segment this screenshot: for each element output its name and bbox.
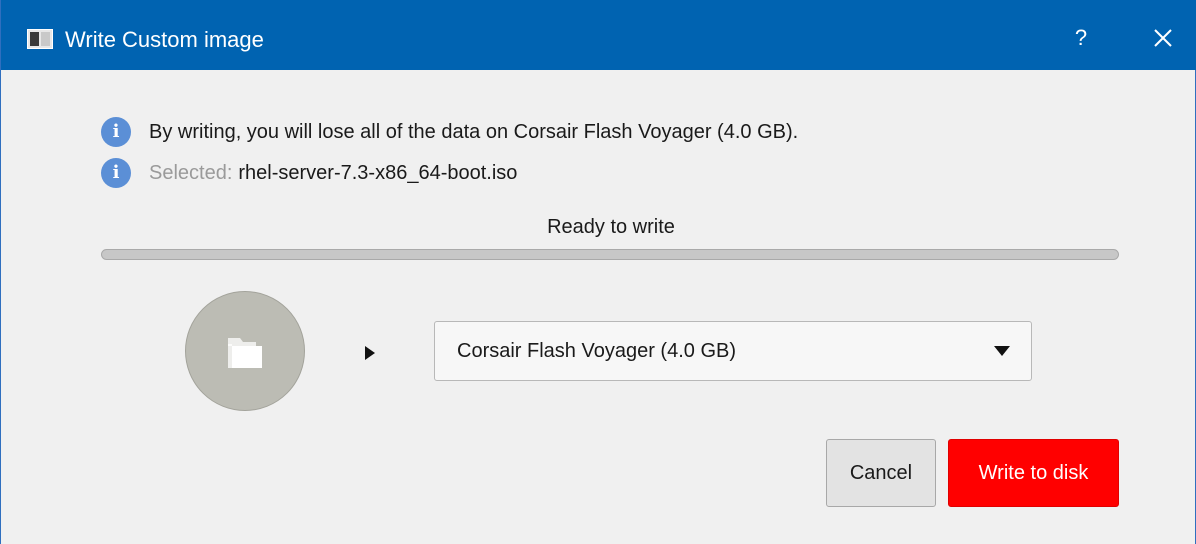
info-icon: i — [101, 117, 131, 147]
status-label: Ready to write — [547, 216, 675, 238]
write-custom-image-dialog: Write Custom image ? i By writing, you w… — [0, 0, 1196, 544]
title-bar: Write Custom image ? — [1, 0, 1196, 70]
selected-label: Selected: — [149, 161, 233, 184]
target-drive-dropdown[interactable]: Corsair Flash Voyager (4.0 GB) — [434, 321, 1032, 381]
cancel-button[interactable]: Cancel — [826, 439, 936, 507]
folder-icon — [228, 338, 262, 368]
close-button[interactable] — [1141, 18, 1185, 58]
close-icon — [1154, 29, 1172, 47]
progress-bar — [101, 249, 1119, 260]
window-title: Write Custom image — [65, 27, 264, 52]
selected-file-name: rhel-server-7.3-x86_64-boot.iso — [238, 161, 518, 184]
arrow-right-icon — [365, 346, 375, 360]
data-loss-warning: i By writing, you will lose all of the d… — [101, 116, 798, 148]
chevron-down-icon — [994, 346, 1010, 356]
app-window-icon — [27, 29, 53, 49]
help-button[interactable]: ? — [1061, 18, 1101, 58]
select-image-button[interactable] — [185, 291, 305, 411]
selected-file-row: i Selected: rhel-server-7.3-x86_64-boot.… — [101, 157, 517, 189]
warning-text: By writing, you will lose all of the dat… — [149, 120, 799, 143]
write-to-disk-button[interactable]: Write to disk — [948, 439, 1119, 507]
info-icon: i — [101, 158, 131, 188]
selected-drive: Corsair Flash Voyager (4.0 GB) — [457, 340, 736, 362]
